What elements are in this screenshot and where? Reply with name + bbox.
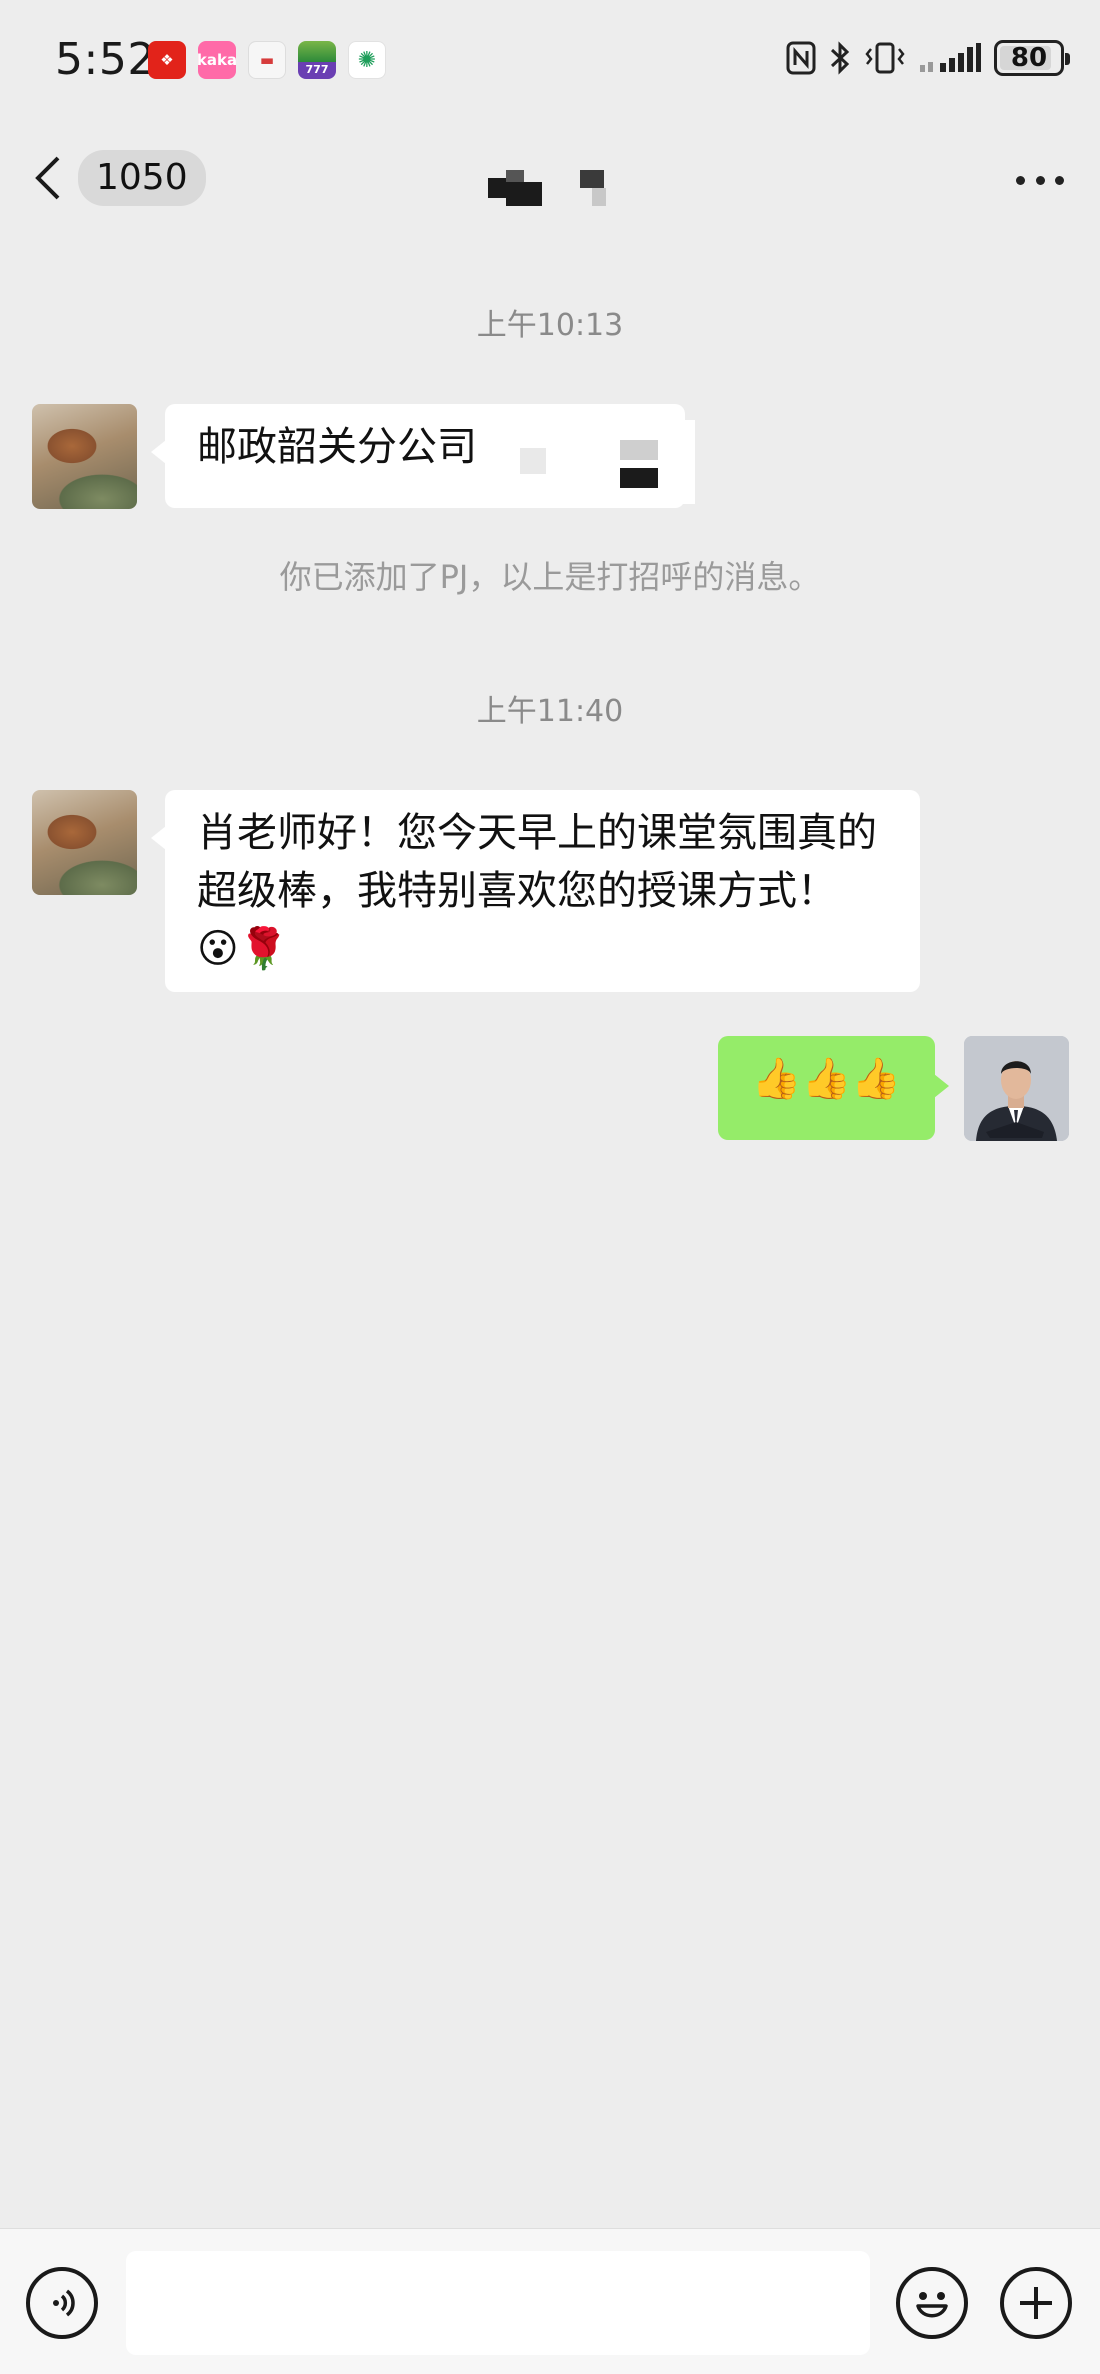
system-status-icons: 80 — [786, 40, 1070, 76]
message-timestamp: 上午10:13 — [476, 308, 624, 343]
chat-header: 1050 — [0, 120, 1100, 238]
voice-input-button[interactable] — [26, 2267, 98, 2339]
redaction-block — [620, 468, 658, 488]
contact-avatar[interactable] — [32, 790, 137, 895]
lottery-app-icon: ❖ — [148, 41, 186, 79]
emoji-button[interactable] — [896, 2267, 968, 2339]
chevron-left-icon — [35, 156, 60, 200]
chat-input-bar — [0, 2228, 1100, 2374]
more-functions-button[interactable] — [1000, 2267, 1072, 2339]
battery-percent: 80 — [1010, 43, 1048, 73]
game-app-icon: 777 — [298, 41, 336, 79]
signal-icon — [920, 43, 981, 72]
message-text: 邮政韶关分公司 — [197, 424, 477, 470]
more-options-button[interactable] — [1010, 160, 1070, 200]
emoji-icon — [916, 2292, 948, 2318]
message-emoji: 😮🌹 — [197, 926, 289, 972]
status-bar: 5:52 ❖ kaka ▬ 777 ✺ 80 — [0, 0, 1100, 120]
nfc-icon — [786, 41, 816, 75]
system-notice: 你已添加了PJ，以上是打招呼的消息。 — [279, 558, 821, 596]
message-timestamp: 上午11:40 — [476, 694, 624, 729]
message-bubble-outgoing[interactable]: 👍👍👍 — [718, 1036, 949, 1140]
vibrate-icon — [865, 42, 905, 74]
more-dots-icon — [1016, 175, 1025, 185]
kaka-app-icon: kaka — [198, 41, 236, 79]
thumbs-up-emoji: 👍👍👍 — [751, 1056, 902, 1102]
status-time: 5:52 — [55, 34, 156, 85]
redaction-block — [620, 440, 658, 460]
notification-app-icons: ❖ kaka ▬ 777 ✺ — [148, 41, 386, 79]
person-photo — [964, 1036, 1069, 1141]
back-button[interactable]: 1050 — [30, 142, 206, 214]
message-bubble-incoming[interactable]: 肖老师好！您今天早上的课堂氛围真的超级棒，我特别喜欢您的授课方式！ 😮🌹 — [151, 790, 920, 992]
bluetooth-icon — [830, 41, 850, 75]
battery-icon: 80 — [994, 40, 1070, 76]
redaction-mask — [485, 420, 695, 504]
message-text: 肖老师好！您今天早上的课堂氛围真的超级棒，我特别喜欢您的授课方式！ — [197, 810, 877, 914]
unread-count-badge: 1050 — [78, 150, 206, 206]
redaction-block — [520, 448, 546, 474]
calendar-app-icon: ▬ — [248, 41, 286, 79]
contact-avatar[interactable] — [32, 404, 137, 509]
plus-icon — [1020, 2287, 1052, 2319]
voice-icon — [53, 2289, 75, 2317]
message-input[interactable] — [126, 2251, 870, 2355]
my-avatar[interactable] — [964, 1036, 1069, 1141]
china-mobile-app-icon: ✺ — [348, 41, 386, 79]
chat-title-redacted — [480, 168, 630, 208]
